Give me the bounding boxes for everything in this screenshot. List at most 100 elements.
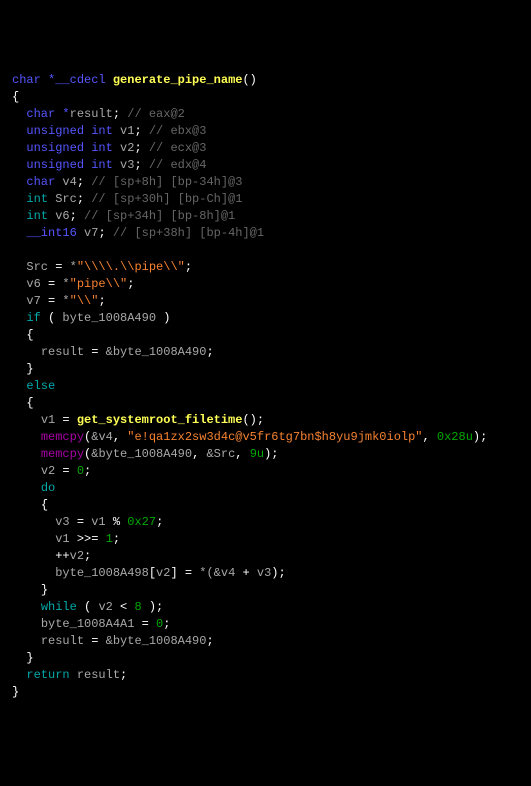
brace-open: { [12, 90, 19, 104]
line: { [12, 328, 34, 342]
lhs: v6 [26, 277, 40, 291]
lhs: v3 [55, 515, 69, 529]
line: { [12, 498, 48, 512]
decl-type: unsigned int [26, 158, 112, 172]
call-memcpy: memcpy [41, 447, 84, 461]
line: v6 = *"pipe\\"; [12, 277, 134, 291]
line: int Src; // [sp+30h] [bp-Ch]@1 [12, 192, 242, 206]
line: Src = *"\\\\.\\pipe\\"; [12, 260, 192, 274]
line: char *__cdecl generate_pipe_name() [12, 73, 257, 87]
lhs: v1 [55, 532, 69, 546]
string-literal: "e!qa1zx2sw3d4c@v5fr6tg7bn$h8yu9jmk0iolp… [127, 430, 422, 444]
decl-comment: // eax@2 [127, 107, 185, 121]
line: int v6; // [sp+34h] [bp-8h]@1 [12, 209, 235, 223]
number-literal: 0 [156, 617, 163, 631]
global-ref: byte_1008A490 [113, 634, 207, 648]
decl-type: char * [26, 107, 69, 121]
line: if ( byte_1008A490 ) [12, 311, 170, 325]
decl-var: v7 [84, 226, 98, 240]
decl-comment: // [sp+34h] [bp-8h]@1 [84, 209, 235, 223]
decl-var: v1 [120, 124, 134, 138]
line: unsigned int v3; // edx@4 [12, 158, 206, 172]
decl-comment: // [sp+8h] [bp-34h]@3 [91, 175, 242, 189]
decl-var: v3 [120, 158, 134, 172]
var-ref: v2 [70, 549, 84, 563]
decl-var: v4 [62, 175, 76, 189]
line: } [12, 583, 48, 597]
line: v2 = 0; [12, 464, 91, 478]
decl-comment: // edx@4 [149, 158, 207, 172]
line: char *result; // eax@2 [12, 107, 185, 121]
number-literal: 8 [134, 600, 141, 614]
lhs: v1 [41, 413, 55, 427]
call-fn: get_systemroot_filetime [77, 413, 243, 427]
line: while ( v2 < 8 ); [12, 600, 163, 614]
lhs: result [41, 634, 84, 648]
decl-type: __int16 [26, 226, 76, 240]
call-memcpy: memcpy [41, 430, 84, 444]
global-ref: byte_1008A490 [113, 345, 207, 359]
decl-comment: // ecx@3 [149, 141, 207, 155]
line: memcpy(&byte_1008A490, &Src, 9u); [12, 447, 279, 461]
arg: byte_1008A490 [98, 447, 192, 461]
arg: v4 [98, 430, 112, 444]
line: unsigned int v1; // ebx@3 [12, 124, 206, 138]
keyword-do: do [41, 481, 55, 495]
number-literal: 0 [77, 464, 84, 478]
number-literal: 9u [250, 447, 264, 461]
line: return result; [12, 668, 127, 682]
decl-comment: // [sp+38h] [bp-4h]@1 [113, 226, 264, 240]
global-ref: byte_1008A498 [55, 566, 149, 580]
line: } [12, 362, 34, 376]
line: do [12, 481, 55, 495]
decl-type: int [26, 209, 48, 223]
fn-parens: () [242, 73, 256, 87]
string-literal: "\\\\.\\pipe\\" [77, 260, 185, 274]
var-ref: result [77, 668, 120, 682]
line: { [12, 90, 19, 104]
decl-var: v2 [120, 141, 134, 155]
op-inc: ++ [55, 549, 69, 563]
var-ref: v3 [257, 566, 271, 580]
line: byte_1008A4A1 = 0; [12, 617, 170, 631]
lhs: Src [26, 260, 48, 274]
keyword-while: while [41, 600, 77, 614]
decl-var: v6 [55, 209, 69, 223]
keyword-else: else [26, 379, 55, 393]
var-ref: v1 [91, 515, 105, 529]
line: char v4; // [sp+8h] [bp-34h]@3 [12, 175, 242, 189]
var-ref: v4 [221, 566, 235, 580]
var-ref: v2 [156, 566, 170, 580]
line: __int16 v7; // [sp+38h] [bp-4h]@1 [12, 226, 264, 240]
number-literal: 0x27 [127, 515, 156, 529]
line: } [12, 685, 19, 699]
line: v1 = get_systemroot_filetime(); [12, 413, 264, 427]
decl-type: unsigned int [26, 141, 112, 155]
line: ++v2; [12, 549, 91, 563]
function-name: generate_pipe_name [113, 73, 243, 87]
decl-type: int [26, 192, 48, 206]
type-ret: char * [12, 73, 55, 87]
code-viewer: char *__cdecl generate_pipe_name() { cha… [12, 72, 519, 701]
lhs: result [41, 345, 84, 359]
line: else [12, 379, 55, 393]
line: byte_1008A498[v2] = *(&v4 + v3); [12, 566, 286, 580]
decl-var: result [70, 107, 113, 121]
line: result = &byte_1008A490; [12, 345, 214, 359]
decl-comment: // ebx@3 [149, 124, 207, 138]
number-literal: 1 [106, 532, 113, 546]
string-literal: "pipe\\" [70, 277, 128, 291]
brace-close: } [12, 685, 19, 699]
decl-type: unsigned int [26, 124, 112, 138]
lhs: v7 [26, 294, 40, 308]
callconv: __cdecl [55, 73, 105, 87]
line: { [12, 396, 34, 410]
var-ref: v2 [98, 600, 112, 614]
line: } [12, 651, 34, 665]
line: v7 = *"\\"; [12, 294, 106, 308]
line: memcpy(&v4, "e!qa1zx2sw3d4c@v5fr6tg7bn$h… [12, 430, 487, 444]
string-literal: "\\" [70, 294, 99, 308]
lhs: v2 [41, 464, 55, 478]
keyword-return: return [26, 668, 69, 682]
line: unsigned int v2; // ecx@3 [12, 141, 206, 155]
